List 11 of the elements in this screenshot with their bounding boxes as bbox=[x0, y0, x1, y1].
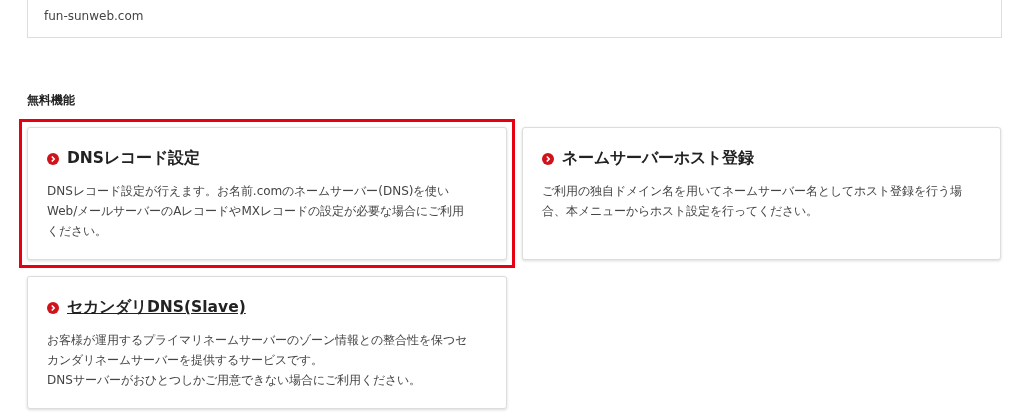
feature-link[interactable]: セカンダリDNS(Slave) bbox=[67, 297, 246, 318]
feature-description: お客様が運用するプライマリネームサーバーのゾーン情報との整合性を保つセカンダリネームサーバーを提供するサービスです。 DNSサーバーがおひとつしかご用意できない場合にご利用ください。 bbox=[47, 332, 468, 389]
feature-link[interactable]: DNSレコード設定 bbox=[67, 148, 200, 169]
chevron-right-icon bbox=[47, 152, 59, 165]
section-title: 無料機能 bbox=[27, 92, 76, 109]
feature-link[interactable]: ネームサーバーホスト登録 bbox=[562, 148, 754, 169]
feature-description: DNSレコード設定が行えます。お名前.comのネームサーバー(DNS)を使いWeb/メールサーバーのAレコードやMXレコードの設定が必要な場合にご利用ください。 bbox=[47, 183, 465, 240]
domain-field: fun-sunweb.com bbox=[27, 0, 1002, 38]
feature-description: ご利用の独自ドメイン名を用いてネームサーバー名としてホスト登録を行う場合、本メニューからホスト設定を行ってください。 bbox=[542, 183, 963, 220]
chevron-right-icon bbox=[47, 301, 59, 314]
chevron-right-icon bbox=[542, 152, 554, 165]
